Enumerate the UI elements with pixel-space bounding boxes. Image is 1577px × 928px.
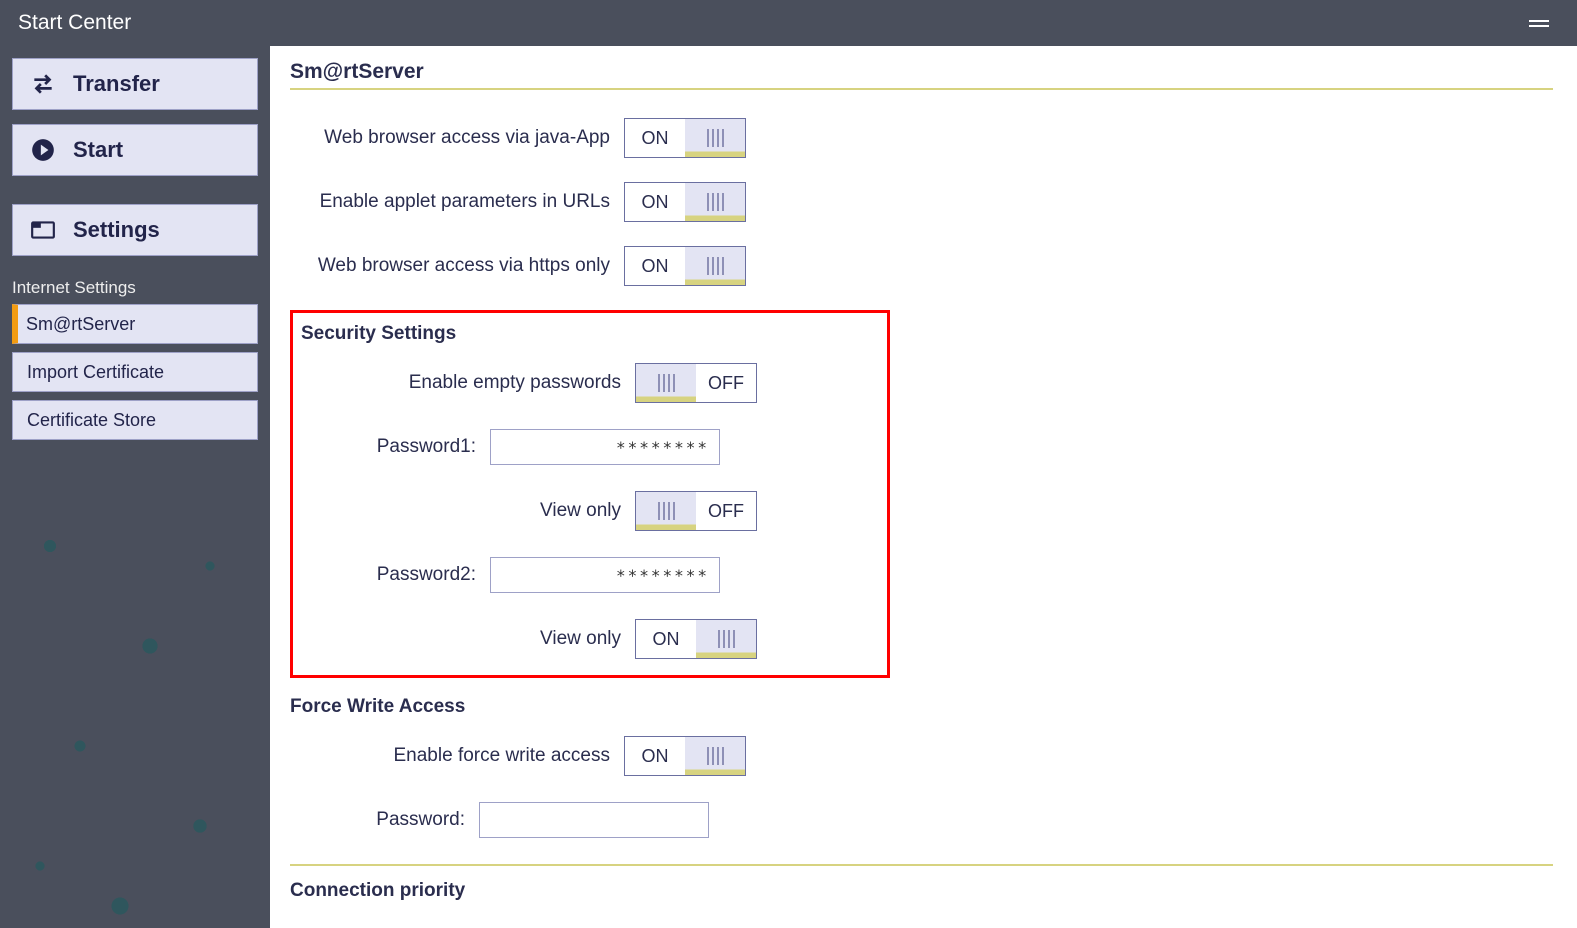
security-settings-highlight: Security Settings Enable empty passwords… [290, 310, 890, 678]
sidebar-start-button[interactable]: Start [12, 124, 258, 176]
row-label: Password2: [301, 564, 476, 586]
toggle-view-only-1[interactable]: OFF [635, 491, 757, 531]
main-panel: Sm@rtServer Web browser access via java-… [270, 46, 1577, 928]
sidebar-item-label: Settings [73, 217, 160, 243]
force-password-input[interactable] [479, 802, 709, 838]
section-title-force-write: Force Write Access [290, 696, 1553, 718]
row-label: Web browser access via https only [290, 255, 610, 277]
toggle-state-text: ON [625, 247, 685, 285]
row-label: Enable applet parameters in URLs [290, 191, 610, 213]
sidebar-item-certificate-store[interactable]: Certificate Store [12, 400, 258, 440]
sidebar-transfer-button[interactable]: Transfer [12, 58, 258, 110]
settings-icon [29, 216, 57, 244]
row-label: Web browser access via java-App [290, 127, 610, 149]
toggle-grip-icon [685, 183, 745, 221]
sidebar-item-label: Sm@rtServer [26, 314, 135, 335]
toggle-java-app[interactable]: ON [624, 118, 746, 158]
sidebar-item-label: Transfer [73, 71, 160, 97]
toggle-grip-icon [636, 364, 696, 402]
toggle-https-only[interactable]: ON [624, 246, 746, 286]
sidebar-item-label: Start [73, 137, 123, 163]
play-icon [29, 136, 57, 164]
row-label: Password: [290, 809, 465, 831]
titlebar-title: Start Center [18, 11, 131, 35]
sidebar: Transfer Start Settings Internet Setting… [0, 46, 270, 928]
titlebar: Start Center [0, 0, 1577, 46]
toggle-force-write[interactable]: ON [624, 736, 746, 776]
toggle-grip-icon [696, 620, 756, 658]
sidebar-settings-button[interactable]: Settings [12, 204, 258, 256]
toggle-applet-params[interactable]: ON [624, 182, 746, 222]
sidebar-subhead: Internet Settings [12, 278, 258, 298]
toggle-grip-icon [685, 247, 745, 285]
row-label: Password1: [301, 436, 476, 458]
section-title-security: Security Settings [301, 323, 869, 345]
toggle-state-text: ON [625, 119, 685, 157]
password2-input[interactable] [490, 557, 720, 593]
sidebar-item-import-certificate[interactable]: Import Certificate [12, 352, 258, 392]
sidebar-item-label: Certificate Store [27, 410, 156, 431]
row-label: View only [301, 628, 621, 650]
menu-icon[interactable] [1529, 8, 1559, 38]
toggle-grip-icon [685, 737, 745, 775]
transfer-icon [29, 70, 57, 98]
section-divider [290, 864, 1553, 866]
sidebar-item-label: Import Certificate [27, 362, 164, 383]
toggle-state-text: ON [625, 737, 685, 775]
row-label: Enable force write access [290, 745, 610, 767]
toggle-state-text: ON [636, 620, 696, 658]
row-label: View only [301, 500, 621, 522]
password1-input[interactable] [490, 429, 720, 465]
toggle-state-text: OFF [696, 364, 756, 402]
toggle-empty-passwords[interactable]: OFF [635, 363, 757, 403]
sidebar-item-smartserver[interactable]: Sm@rtServer [12, 304, 258, 344]
toggle-grip-icon [636, 492, 696, 530]
toggle-state-text: OFF [696, 492, 756, 530]
toggle-state-text: ON [625, 183, 685, 221]
page-title: Sm@rtServer [290, 60, 1553, 90]
row-label: Enable empty passwords [301, 372, 621, 394]
toggle-grip-icon [685, 119, 745, 157]
toggle-view-only-2[interactable]: ON [635, 619, 757, 659]
section-title-connection-priority: Connection priority [290, 880, 1553, 902]
